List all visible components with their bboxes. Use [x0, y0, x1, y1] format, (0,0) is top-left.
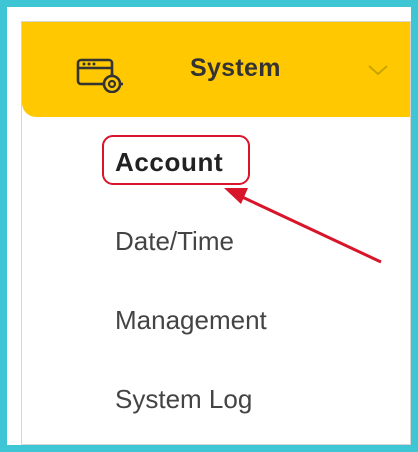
- menu-item-system-log[interactable]: System Log: [115, 384, 252, 415]
- menu-item-date-time[interactable]: Date/Time: [115, 226, 234, 257]
- highlight-box-annotation: [102, 135, 250, 185]
- screenshot-frame: System Account Date/Time Management Syst…: [0, 0, 418, 452]
- menu-header-title: System: [190, 54, 281, 82]
- menu-item-management[interactable]: Management: [115, 305, 267, 336]
- system-settings-icon: [76, 58, 123, 93]
- chevron-down-icon[interactable]: [366, 62, 390, 78]
- sidebar-menu: System Account Date/Time Management Syst…: [21, 21, 411, 445]
- menu-header-system[interactable]: System: [22, 22, 410, 117]
